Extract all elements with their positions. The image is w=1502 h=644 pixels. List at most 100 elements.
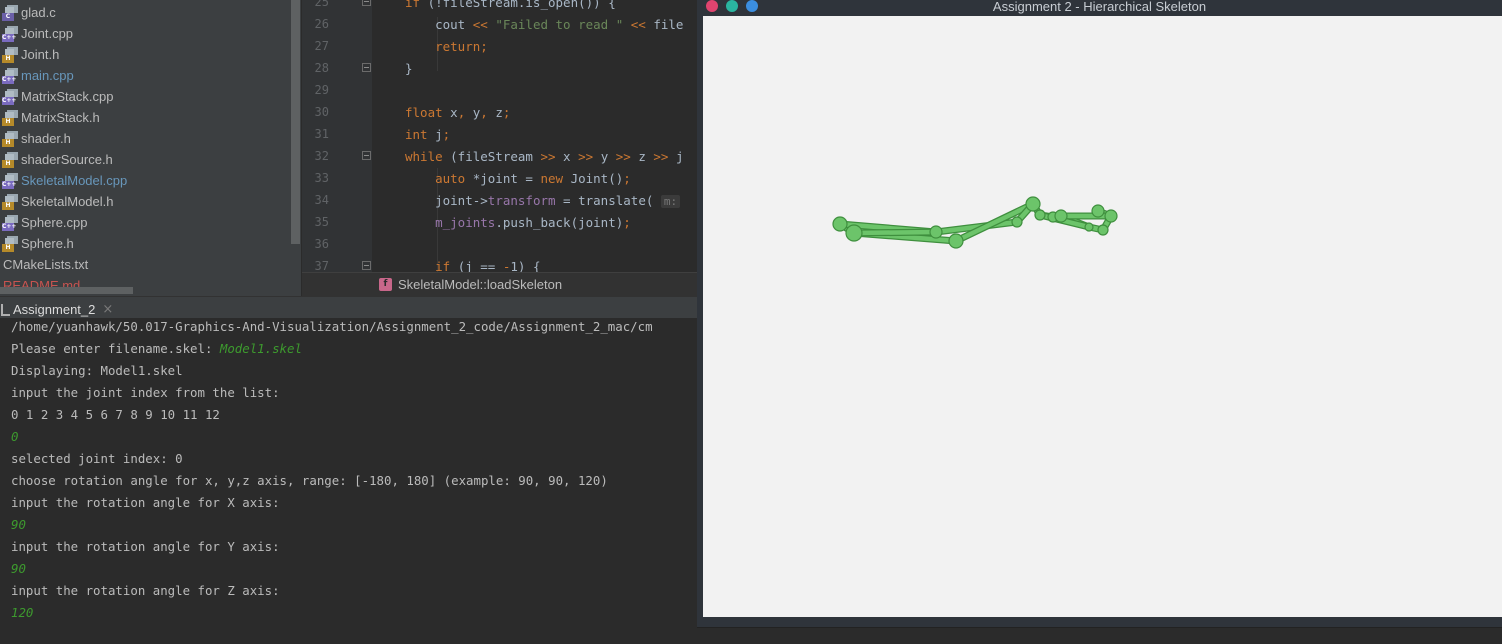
console-line: Displaying: Model1.skel xyxy=(11,363,183,378)
cpp-file-icon: C++ xyxy=(2,172,18,189)
code-line[interactable]: joint->transform = translate( m: xyxy=(405,193,681,208)
code-line[interactable]: } xyxy=(405,61,413,76)
code-token: Joint() xyxy=(570,171,624,186)
console-line: 0 xyxy=(11,429,18,444)
project-file-item[interactable]: C++ MatrixStack.cpp xyxy=(2,86,113,107)
project-file-item[interactable]: C++ main.cpp xyxy=(2,65,74,86)
breadcrumb-function-name[interactable]: SkeletalModel::loadSkeleton xyxy=(398,277,562,292)
code-token: "Failed to read " xyxy=(495,17,624,32)
window-minimize-button[interactable] xyxy=(726,0,738,12)
code-token: >> xyxy=(653,149,676,164)
project-tree-scrollbar[interactable] xyxy=(291,0,300,244)
fold-toggle-icon[interactable] xyxy=(362,151,371,160)
code-editor[interactable]: 25 26 27 28 29 30 31 32 33 34 35 36 37 if (!fileStre… xyxy=(302,0,702,296)
project-file-item[interactable]: H Joint.h xyxy=(2,44,59,65)
file-name: SkeletalModel.cpp xyxy=(21,173,128,188)
file-name: Joint.cpp xyxy=(21,26,74,41)
console-line: choose rotation angle for x, y,z axis, r… xyxy=(11,473,608,488)
line-number: 27 xyxy=(314,39,329,53)
code-token: ; xyxy=(502,105,511,120)
c-file-icon: C xyxy=(2,4,18,21)
code-token: , xyxy=(457,105,473,120)
code-token: , xyxy=(480,105,496,120)
code-token: auto xyxy=(405,171,473,186)
project-file-item[interactable]: H SkeletalModel.h xyxy=(2,191,114,212)
project-file-item[interactable]: HshaderSource.h xyxy=(2,149,113,170)
file-type-badge: C++ xyxy=(2,33,17,42)
window-close-button[interactable] xyxy=(706,0,718,12)
file-type-badge: C xyxy=(2,12,14,21)
fold-toggle-icon[interactable] xyxy=(362,0,371,6)
file-type-badge: H xyxy=(2,243,14,252)
skeleton-render xyxy=(832,196,1118,249)
console-line: 90 xyxy=(11,517,26,532)
console-output-text: Please enter filename.skel: xyxy=(11,341,220,356)
close-icon[interactable]: × xyxy=(102,302,113,317)
code-line[interactable]: while (fileStream >> x >> y >> z >> j xyxy=(405,149,684,164)
console-user-input: 90 xyxy=(11,561,26,576)
project-tree-horizontal-scrollbar[interactable] xyxy=(0,287,133,294)
code-line[interactable]: cout << "Failed to read " << file xyxy=(405,17,683,32)
code-line[interactable]: if (!fileStream.is_open()) { xyxy=(405,0,616,10)
window-titlebar[interactable]: Assignment 2 - Hierarchical Skeleton xyxy=(697,0,1502,16)
code-token: << xyxy=(623,17,654,32)
code-token: int xyxy=(405,127,436,142)
project-file-item[interactable]: CMakeLists.txt xyxy=(3,254,88,275)
code-line[interactable]: int j; xyxy=(405,127,450,142)
skeleton-joint-sphere xyxy=(1034,209,1046,221)
line-number: 32 xyxy=(314,149,329,163)
console-user-input: 90 xyxy=(11,517,26,532)
line-number: 31 xyxy=(314,127,329,141)
console-line: 0 1 2 3 4 5 6 7 8 9 10 11 12 xyxy=(11,407,220,422)
line-number: 29 xyxy=(314,83,329,97)
file-name: shaderSource.h xyxy=(21,152,113,167)
file-name: SkeletalModel.h xyxy=(21,194,114,209)
project-file-item[interactable]: Cglad.c xyxy=(2,2,56,23)
code-token: *joint = xyxy=(472,171,541,186)
project-file-item[interactable]: H Sphere.h xyxy=(2,233,74,254)
code-token: y xyxy=(600,149,616,164)
project-tree: Cglad.c C++ Joint.cpp H Joint.h C++ main.cpp C+… xyxy=(0,0,301,296)
line-number: 26 xyxy=(314,17,329,31)
project-file-item[interactable]: H MatrixStack.h xyxy=(2,107,100,128)
project-file-item[interactable]: C++ Sphere.cpp xyxy=(2,212,88,233)
code-line[interactable]: float x, y, z; xyxy=(405,105,510,120)
code-token: m_joints xyxy=(405,215,496,230)
file-name: Joint.h xyxy=(21,47,60,62)
fold-toggle-icon[interactable] xyxy=(362,63,371,72)
code-token: >> xyxy=(540,149,564,164)
code-token: float xyxy=(405,105,451,120)
console-line: 90 xyxy=(11,561,26,576)
skeleton-joint-sphere xyxy=(1091,204,1105,218)
code-line[interactable]: auto *joint = new Joint(); xyxy=(405,171,631,186)
code-token: = translate( xyxy=(555,193,661,208)
console-line: input the rotation angle for Z axis: xyxy=(11,583,280,598)
project-file-item[interactable]: C++ SkeletalModel.cpp xyxy=(2,170,127,191)
code-token: z xyxy=(495,105,503,120)
code-token: x xyxy=(563,149,579,164)
code-line[interactable]: return; xyxy=(405,39,488,54)
opengl-app-window[interactable]: Assignment 2 - Hierarchical Skeleton xyxy=(697,0,1502,628)
fold-toggle-icon[interactable] xyxy=(362,261,371,270)
skeleton-joint-sphere xyxy=(948,233,964,249)
console-output-text: input the rotation angle for Z axis: xyxy=(11,583,280,598)
line-number: 34 xyxy=(314,193,329,207)
render-viewport[interactable] xyxy=(703,16,1502,617)
line-number: 28 xyxy=(314,61,329,75)
line-number: 25 xyxy=(314,0,329,9)
file-type-badge: C++ xyxy=(2,75,17,84)
code-line[interactable]: m_joints.push_back(joint); xyxy=(405,215,631,230)
h-file-icon: H xyxy=(2,46,18,63)
file-name: shader.h xyxy=(21,131,71,146)
run-console[interactable]: /home/yuanhawk/50.017-Graphics-And-Visua… xyxy=(0,318,700,644)
skeleton-joint-sphere xyxy=(1084,222,1094,232)
window-maximize-button[interactable] xyxy=(746,0,758,12)
project-file-item[interactable]: Hshader.h xyxy=(2,128,71,149)
file-type-badge: H xyxy=(2,54,14,63)
h-file-icon: H xyxy=(2,193,18,210)
project-file-item[interactable]: C++ Joint.cpp xyxy=(2,23,73,44)
code-token: while xyxy=(405,149,451,164)
file-name: Sphere.h xyxy=(21,236,74,251)
skeleton-joint-sphere xyxy=(1025,196,1041,212)
file-type-badge: H xyxy=(2,201,14,210)
